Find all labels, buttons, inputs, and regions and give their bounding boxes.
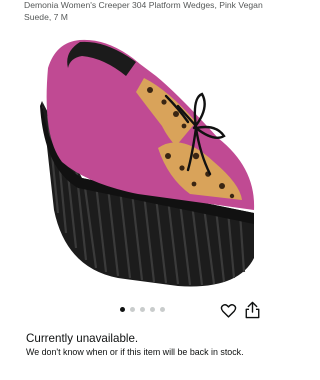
product-image-gallery[interactable] (18, 28, 268, 293)
product-title: Demonia Women's Creeper 304 Platform Wed… (24, 0, 263, 22)
pagination-dot[interactable] (160, 307, 165, 312)
image-pagination-dots[interactable] (0, 307, 285, 315)
pagination-dot[interactable] (120, 307, 125, 312)
share-icon[interactable] (244, 301, 261, 319)
availability-status: Currently unavailable. (26, 332, 139, 345)
product-image (40, 39, 255, 287)
pagination-dot[interactable] (130, 307, 135, 312)
pagination-dot[interactable] (140, 307, 145, 312)
heart-icon[interactable] (220, 302, 237, 319)
pagination-dot[interactable] (150, 307, 155, 312)
availability-note: We don't know when or if this item will … (26, 347, 244, 357)
